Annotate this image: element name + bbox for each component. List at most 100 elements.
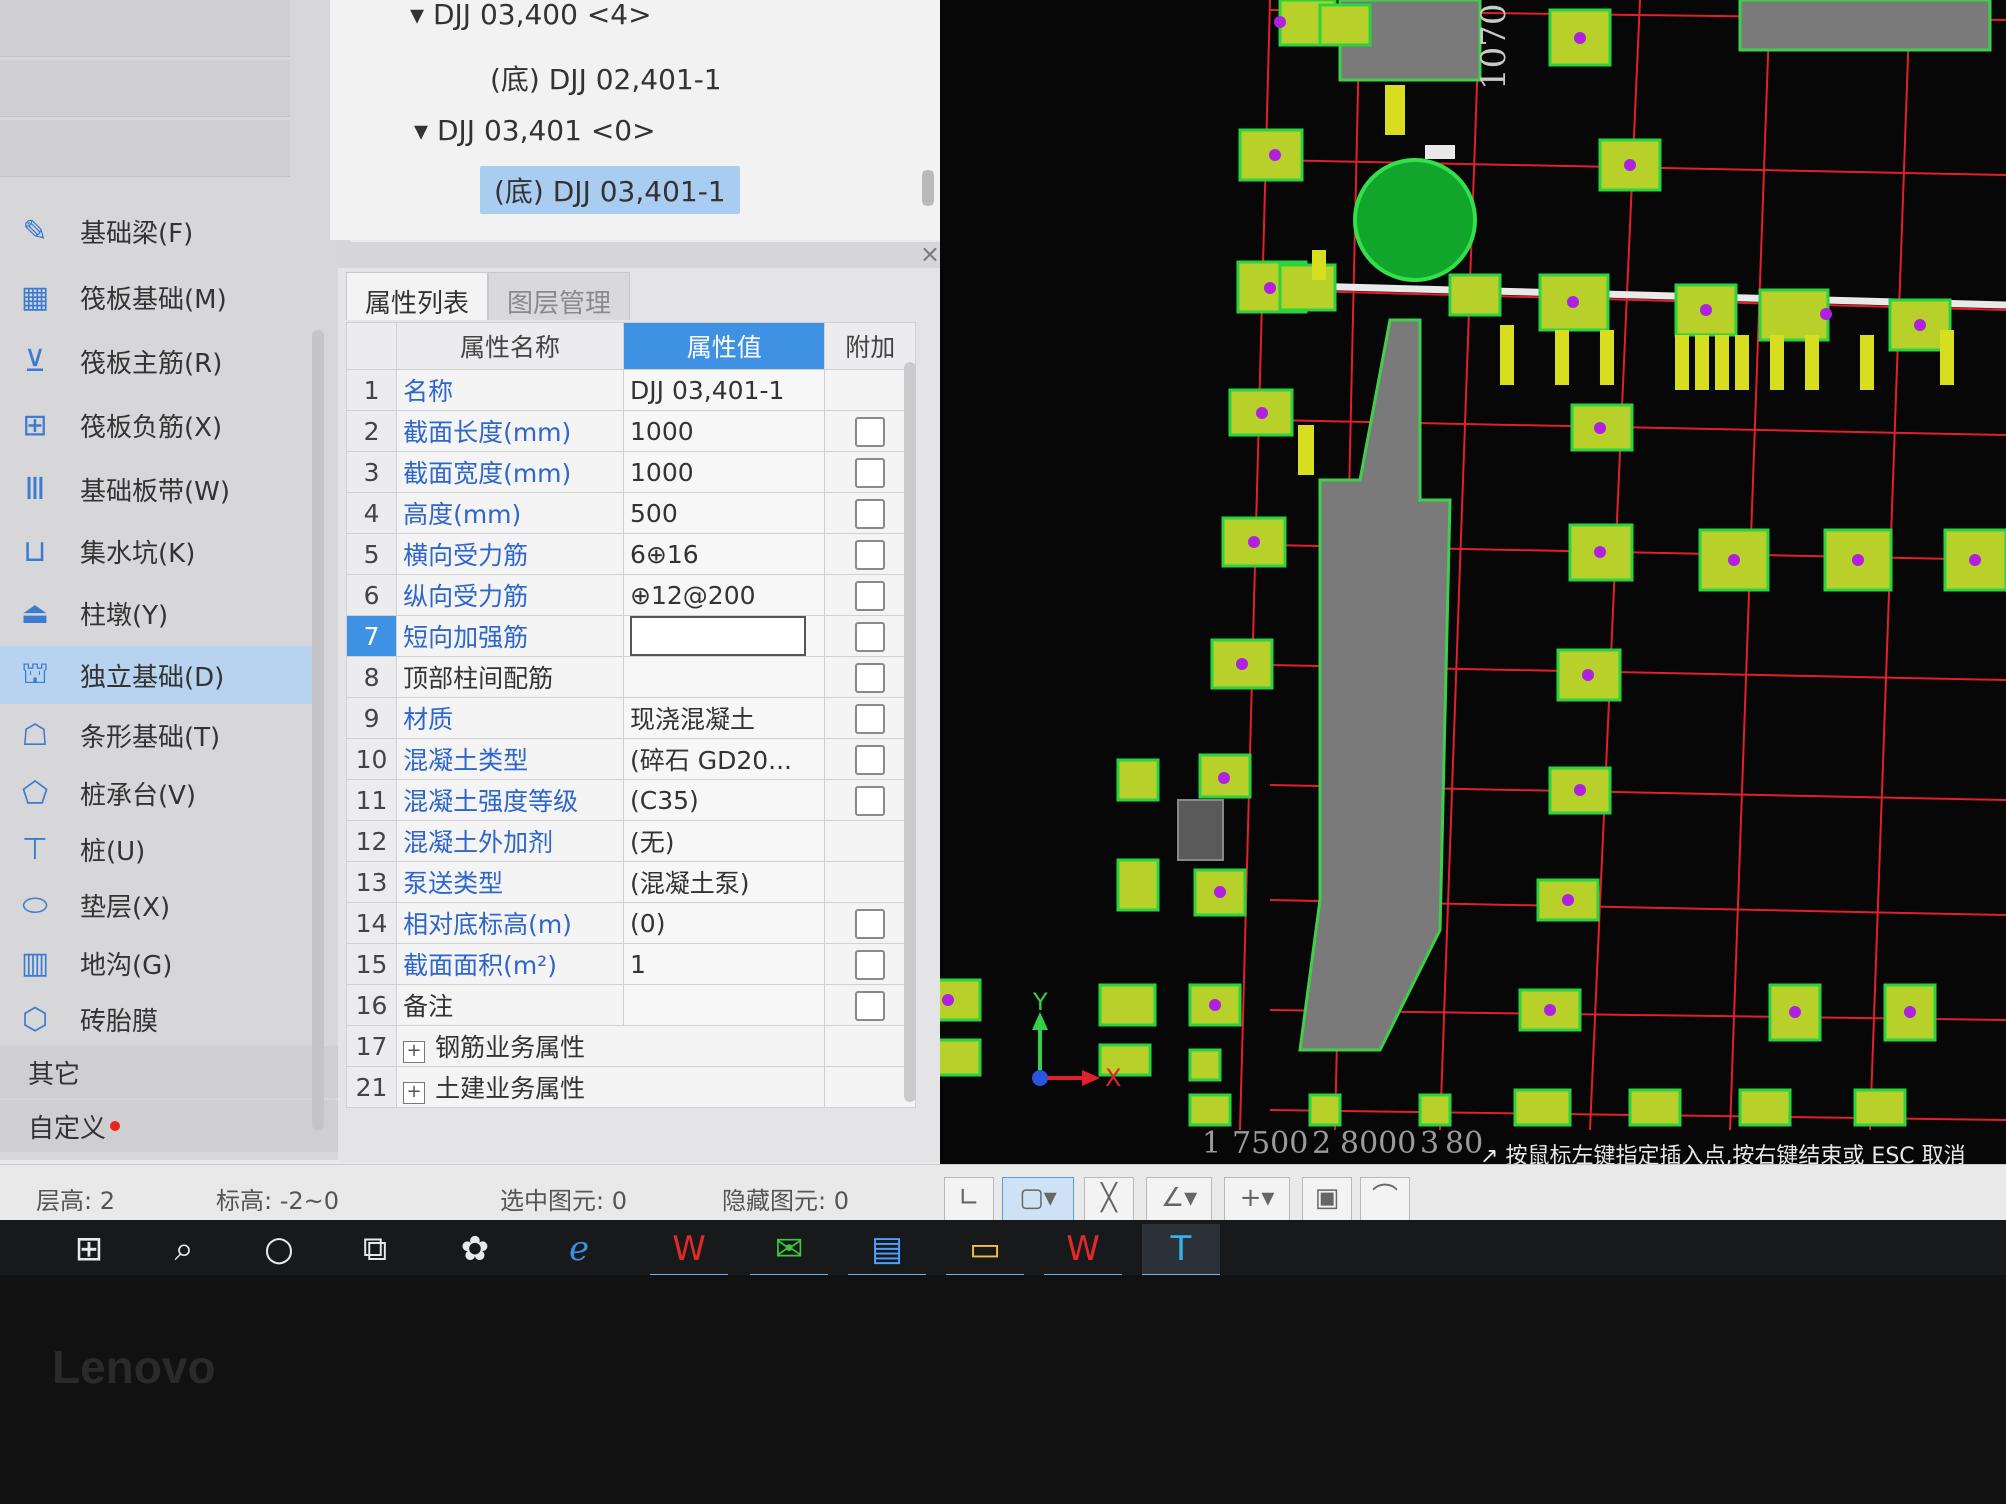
nav-item-cushion[interactable]: ⬭ 垫层(X) xyxy=(0,876,320,934)
cad-canvas[interactable]: Y X 1070 xyxy=(940,0,2006,1170)
table-row-current[interactable]: 7 短向加强筋 xyxy=(345,615,916,657)
nav-item-strip-footing[interactable]: ☖ 条形基础(T) xyxy=(0,706,320,764)
nav-item-sump[interactable]: ⊔ 集水坑(K) xyxy=(0,522,320,580)
expand-icon[interactable]: + xyxy=(403,1041,426,1063)
add-checkbox[interactable] xyxy=(855,621,886,652)
add-checkbox[interactable] xyxy=(855,744,886,775)
nav-item-raft-main-rebar[interactable]: ⊻ 筏板主筋(R) xyxy=(0,332,320,390)
display-tool[interactable]: ▣ xyxy=(1302,1177,1352,1221)
search-icon[interactable]: ⌕ xyxy=(145,1224,223,1274)
raft-block[interactable] xyxy=(1738,0,1992,52)
tree-node-selected[interactable]: (底) DJJ 03,401-1 xyxy=(480,166,740,214)
table-row[interactable]: 3 截面宽度(mm) 1000 xyxy=(345,451,916,493)
cad-drawing-area[interactable]: Y X 1070 1 7500 2 8000 3 80 xyxy=(940,0,2006,1170)
footing-icon: ⛫ xyxy=(21,655,49,691)
table-row-group[interactable]: 17 + 钢筋业务属性 xyxy=(345,1025,916,1067)
add-checkbox[interactable] xyxy=(855,785,886,816)
cross-select-tool[interactable]: ╳ xyxy=(1084,1177,1134,1221)
table-row[interactable]: 16 备注 xyxy=(345,984,916,1026)
cad-app-icon[interactable]: ▤ xyxy=(848,1224,926,1277)
pile-cap-icon: ⬠ xyxy=(21,775,49,811)
table-row[interactable]: 6 纵向受力筋 ⊕12@200 xyxy=(345,574,916,616)
col-header-value[interactable]: 属性值 xyxy=(623,322,826,370)
nav-item-pile[interactable]: ⊤ 桩(U) xyxy=(0,820,320,878)
axis-number: 2 xyxy=(1312,1126,1332,1161)
isolated-footings[interactable] xyxy=(940,0,2006,1127)
nav-item-raft-neg-rebar[interactable]: ⊞ 筏板负筋(X) xyxy=(0,396,320,454)
table-row[interactable]: 9 材质 现浇混凝土 xyxy=(345,697,916,739)
tree-node[interactable]: ▾ DJJ 03,400 <4> xyxy=(410,0,652,31)
table-row[interactable]: 4 高度(mm) 500 xyxy=(345,492,916,534)
file-explorer-icon[interactable]: ▭ xyxy=(946,1224,1024,1277)
table-row[interactable]: 13 泵送类型 (混凝土泵) xyxy=(345,861,916,903)
add-checkbox[interactable] xyxy=(855,662,886,693)
wps-icon[interactable]: W xyxy=(650,1224,728,1277)
expand-icon[interactable]: + xyxy=(403,1082,426,1104)
nav-item-isolated-footing[interactable]: ⛫ 独立基础(D) xyxy=(0,646,320,704)
nav-scrollbar[interactable] xyxy=(312,330,324,1130)
beam-icon: ✎ xyxy=(22,213,48,249)
select-rect-tool[interactable]: ▢▾ xyxy=(1002,1177,1074,1221)
table-header: 属性名称 属性值 附加 xyxy=(345,322,916,370)
add-checkbox[interactable] xyxy=(855,949,886,980)
grey-block[interactable] xyxy=(1177,799,1224,861)
col-header-name[interactable]: 属性名称 xyxy=(396,322,625,370)
table-row[interactable]: 1 名称 DJJ 03,401-1 xyxy=(345,369,916,411)
tree-node[interactable]: (底) DJJ 02,401-1 xyxy=(490,58,722,98)
nav-item-pile-cap[interactable]: ⬠ 桩承台(V) xyxy=(0,764,320,822)
nav-item-brick-mold[interactable]: ⬡ 砖胎膜 xyxy=(0,990,320,1048)
nav-item-foundation-beam[interactable]: ✎ 基础梁(F) xyxy=(0,202,320,260)
fan-app-icon[interactable]: ✿ xyxy=(436,1224,514,1274)
add-checkbox[interactable] xyxy=(855,498,886,529)
table-row[interactable]: 11 混凝土强度等级 (C35) xyxy=(345,779,916,821)
table-row[interactable]: 14 相对底标高(m) (0) xyxy=(345,902,916,944)
nav-item-pier[interactable]: ⏏ 柱墩(Y) xyxy=(0,584,320,642)
arc-tool[interactable]: ⌒ xyxy=(1360,1177,1410,1221)
main-rebar-icon: ⊻ xyxy=(24,343,46,379)
wechat-icon[interactable]: ✉ xyxy=(750,1224,828,1277)
table-row[interactable]: 2 截面长度(mm) 1000 xyxy=(345,410,916,452)
col-header-add[interactable]: 附加 xyxy=(824,322,916,370)
add-checkbox[interactable] xyxy=(855,457,886,488)
add-checkbox[interactable] xyxy=(855,908,886,939)
add-checkbox[interactable] xyxy=(855,990,886,1021)
value-edit-field[interactable] xyxy=(630,616,807,656)
table-row[interactable]: 10 混凝土类型 (碎石 GD20... xyxy=(345,738,916,780)
svg-text:Y: Y xyxy=(1032,988,1048,1016)
ortho-tool[interactable]: ∟ xyxy=(944,1177,994,1221)
axis-number: 3 xyxy=(1420,1126,1440,1161)
col-header-no xyxy=(345,322,398,370)
tree-node[interactable]: ▾ DJJ 03,401 <0> xyxy=(414,114,656,147)
nav-item-raft[interactable]: ▦ 筏板基础(M) xyxy=(0,268,320,326)
table-row[interactable]: 12 混凝土外加剂 (无) xyxy=(345,820,916,862)
table-row[interactable]: 15 截面面积(m²) 1 xyxy=(345,943,916,985)
nav-item-strip[interactable]: Ⅲ 基础板带(W) xyxy=(0,460,320,518)
property-scrollbar[interactable] xyxy=(904,362,916,1102)
table-row[interactable]: 5 横向受力筋 6⊕16 xyxy=(345,533,916,575)
ie-browser-icon[interactable]: ℯ xyxy=(540,1224,618,1274)
windows-start-icon[interactable]: ⊞ xyxy=(50,1224,128,1274)
sump-circle[interactable] xyxy=(1353,158,1477,282)
table-row-group[interactable]: 21 + 土建业务属性 xyxy=(345,1066,916,1108)
strip-foundation[interactable] xyxy=(1298,318,1452,1052)
add-checkbox[interactable] xyxy=(855,580,886,611)
nav-group-other[interactable]: 其它 xyxy=(0,1046,340,1098)
nav-item-trench[interactable]: ▥ 地沟(G) xyxy=(0,934,320,992)
offset-tool[interactable]: +▾ xyxy=(1224,1177,1290,1221)
glodon-app-icon[interactable]: T xyxy=(1142,1224,1220,1277)
nav-group-custom[interactable]: 自定义 xyxy=(0,1100,340,1152)
wps-writer-icon[interactable]: W xyxy=(1044,1224,1122,1277)
windows-taskbar: ⊞ ⌕ ○ ⧉ ✿ ℯ W ✉ ▤ ▭ W T xyxy=(0,1220,2006,1280)
close-icon[interactable]: × xyxy=(920,240,940,268)
add-checkbox[interactable] xyxy=(855,703,886,734)
add-checkbox[interactable] xyxy=(855,416,886,447)
angle-tool[interactable]: ∠▾ xyxy=(1146,1177,1212,1221)
table-row[interactable]: 8 顶部柱间配筋 xyxy=(345,656,916,698)
tree-scrollbar[interactable] xyxy=(922,170,934,206)
tab-layer-management[interactable]: 图层管理 xyxy=(488,272,631,320)
brick-icon: ⬡ xyxy=(21,1001,49,1037)
cortana-icon[interactable]: ○ xyxy=(240,1224,318,1274)
task-view-icon[interactable]: ⧉ xyxy=(336,1224,414,1274)
add-checkbox[interactable] xyxy=(855,539,886,570)
tab-property-list[interactable]: 属性列表 xyxy=(346,272,489,320)
